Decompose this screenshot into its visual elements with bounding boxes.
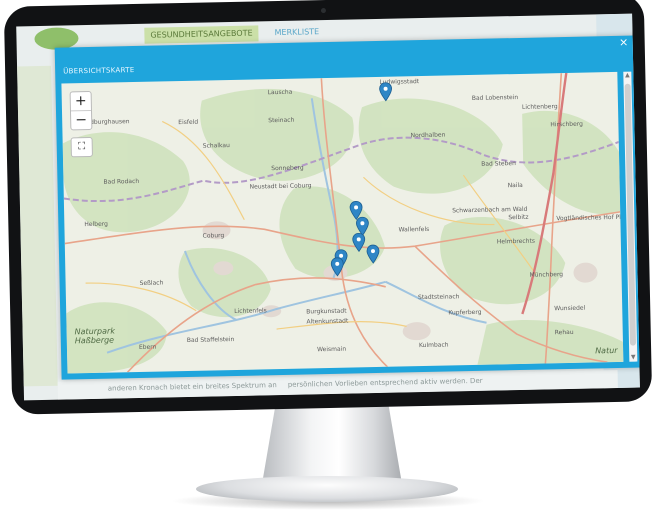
map-label: Lauscha	[267, 88, 293, 97]
map-label: Kulmbach	[418, 341, 449, 350]
region-label-hassberge: Naturpark Haßberge	[75, 326, 116, 345]
site-text-left: anderen Kronach bietet ein breites Spekt…	[107, 381, 277, 393]
map-label: Stadtsteinach	[417, 293, 460, 302]
modal-scrollbar[interactable]: ▲ ▼	[623, 71, 638, 362]
region-label-fichtelgebirge: Natur	[595, 346, 618, 355]
map-label: Wallenfels	[398, 225, 430, 234]
map-label: Lichtenberg	[521, 103, 558, 111]
close-icon[interactable]: ×	[617, 36, 631, 50]
map-tiles	[62, 72, 624, 374]
map-label: Seßlach	[139, 279, 164, 287]
map-label: Schalkau	[202, 142, 230, 150]
zoom-in-button[interactable]: +	[71, 92, 91, 110]
monitor-stand-base	[196, 476, 458, 502]
map-label: Burgkunstadt	[306, 307, 347, 316]
map-label: Bad Steben	[481, 160, 516, 168]
map-label: Bad Staffelstein	[186, 335, 235, 344]
webcam-icon	[320, 8, 326, 14]
map-label: Nordhalben	[410, 131, 446, 140]
zoom-out-button[interactable]: −	[70, 109, 92, 130]
map-label: Wunsiedel	[554, 304, 586, 313]
map-label: Kupferberg	[448, 308, 482, 317]
map-label: Ludwigsstadt	[379, 78, 420, 86]
fullscreen-icon[interactable]: ⛶	[70, 136, 93, 158]
nav-health-offers[interactable]: GESUNDHEITSANGEBOTE	[144, 25, 259, 44]
monitor-stand-neck	[262, 402, 402, 484]
scroll-up-icon[interactable]: ▲	[623, 72, 631, 80]
map-label: Naila	[507, 181, 523, 190]
map-label: Helmbrechts	[496, 237, 536, 246]
scroll-down-icon[interactable]: ▼	[629, 354, 637, 362]
map-canvas[interactable]: Ludwigsstadt Lauscha Nordhalben Bad Lobe…	[61, 71, 624, 374]
site-text-right: persönlichen Vorlieben entsprechend akti…	[287, 376, 483, 389]
map-label: Hirschberg	[550, 120, 584, 129]
map-label: Bad Rodach	[103, 177, 140, 186]
map-label: Ebern	[138, 343, 157, 351]
zoom-control: + −	[69, 90, 93, 131]
map-label: Neustadt bei Coburg	[249, 182, 312, 191]
scrollbar-thumb[interactable]	[624, 83, 637, 346]
nav-watchlist[interactable]: MERKLISTE	[268, 24, 325, 41]
map-label: Weismain	[316, 345, 347, 354]
map-label: Sonneberg	[271, 164, 304, 173]
overview-map-modal: ÜBERSICHTSKARTE × Ludwigsstadt Lauscha N…	[54, 35, 640, 380]
modal-title: ÜBERSICHTSKARTE	[63, 66, 135, 76]
map-label: Vogtländisches Hof Plauen	[556, 213, 624, 223]
map-label: Steinach	[268, 116, 295, 125]
map-label: Rehau	[554, 328, 574, 337]
map-label: Eisfeld	[178, 118, 199, 127]
region-label-line: Haßberge	[74, 335, 115, 346]
map-label: Coburg	[202, 232, 225, 240]
map-label: Altenkunstadt	[306, 317, 349, 326]
map-label: Münchberg	[529, 271, 564, 279]
region-label-line: Natur	[595, 345, 618, 356]
map-label: Lichtenfels	[234, 307, 267, 315]
map-label: Bad Lobenstein	[471, 93, 519, 102]
site-navigation: GESUNDHEITSANGEBOTE MERKLISTE	[144, 24, 325, 44]
site-sidebar	[17, 65, 58, 387]
map-label: Selbitz	[508, 213, 529, 222]
map-label: Helberg	[84, 220, 108, 229]
monitor-screen: GESUNDHEITSANGEBOTE MERKLISTE anderen Kr…	[16, 13, 640, 401]
monitor-bezel: GESUNDHEITSANGEBOTE MERKLISTE anderen Kr…	[3, 0, 653, 415]
